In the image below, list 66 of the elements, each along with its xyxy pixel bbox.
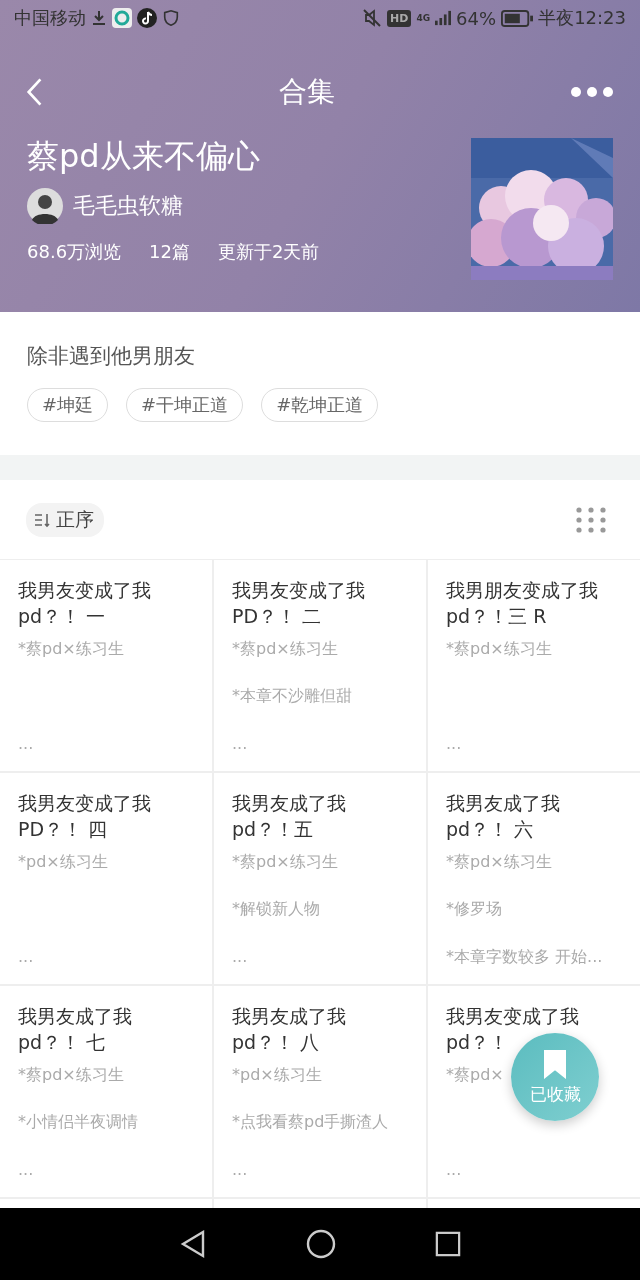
- article-excerpt: ...: [18, 947, 34, 966]
- article-tag: *蔡pd×练习生: [232, 639, 338, 660]
- recents-nav-icon[interactable]: [434, 1231, 461, 1257]
- article-excerpt: ...: [232, 734, 248, 753]
- article-card[interactable]: 我男友成了我pd？！ 七 *蔡pd×练习生 *小情侣半夜调情 ...: [0, 986, 212, 1197]
- article-card[interactable]: 我男朋友变成了我pd？！三 R *蔡pd×练习生 ...: [428, 560, 640, 771]
- hd-badge: HD: [387, 9, 412, 27]
- article-note: *本章不沙雕但甜: [232, 686, 352, 707]
- stat-text: 12篇: [149, 240, 190, 264]
- article-tag: *蔡pd×练习生: [18, 639, 124, 660]
- article-excerpt: ...: [18, 734, 34, 753]
- article-title: 我男友成了我pd？！ 七: [18, 1004, 133, 1055]
- article-excerpt: *本章字数较多 开始...: [446, 947, 603, 968]
- article-title: 我男友变成了我PD？！ 二: [232, 578, 366, 629]
- avatar[interactable]: [27, 188, 63, 224]
- article-title: 我男友变成了我PD？！ 四: [18, 791, 152, 842]
- collection-title: 蔡pd从来不偏心: [27, 136, 261, 177]
- article-card[interactable]: 我男友变成了我pd？！ 一 *蔡pd×练习生 ...: [0, 560, 212, 771]
- article-title: 我男友成了我pd？！ 八: [232, 1004, 347, 1055]
- article-card[interactable]: 我男友成了我pd？！ 八 *pd×练习生 *点我看蔡pd手撕渣人 ...: [214, 986, 426, 1197]
- signal-icon: [435, 10, 452, 26]
- more-icon[interactable]: [570, 86, 614, 98]
- article-card[interactable]: 我男友成了我pd？！ 六 *蔡pd×练习生 *修罗场 *本章字数较多 开始...: [428, 773, 640, 984]
- article-title: 我男友成了我pd？！ 六: [446, 791, 561, 842]
- article-note: *修罗场: [446, 899, 502, 920]
- article-card[interactable]: 我男友变成了我PD？！ 二 *蔡pd×练习生 *本章不沙雕但甜 ...: [214, 560, 426, 771]
- battery-percent: 64%: [456, 7, 497, 29]
- battery-icon: [501, 9, 534, 27]
- article-note: *小情侣半夜调情: [18, 1112, 138, 1133]
- grid-view-icon[interactable]: [576, 506, 606, 533]
- article-tag: *pd×练习生: [232, 1065, 322, 1086]
- description: 除非遇到他男朋友: [27, 343, 196, 370]
- article-tag: *蔡pd×练习生: [446, 852, 552, 873]
- back-icon[interactable]: [26, 77, 44, 107]
- home-nav-icon[interactable]: [306, 1229, 336, 1259]
- article-tag: *pd×练习生: [18, 852, 108, 873]
- page-title: 合集: [279, 74, 335, 110]
- article-tag: *蔡pd×练习生: [446, 639, 552, 660]
- article-title: 我男朋友变成了我pd？！三 R: [446, 578, 599, 629]
- network-type: 4G: [416, 13, 431, 23]
- article-excerpt: ...: [232, 1160, 248, 1179]
- article-excerpt: ...: [446, 1160, 462, 1179]
- sort-button[interactable]: 正序: [26, 502, 104, 537]
- article-note: *点我看蔡pd手撕渣人: [232, 1112, 389, 1133]
- shield-icon: [162, 9, 180, 27]
- bookmark-icon: [543, 1048, 567, 1079]
- article-title: 我男友成了我pd？！五: [232, 791, 347, 842]
- carrier: 中国移动: [14, 6, 86, 30]
- article-excerpt: ...: [232, 947, 248, 966]
- app-icon: [112, 8, 132, 28]
- music-note-icon: [137, 8, 157, 28]
- article-tag: *蔡pd×练习生: [18, 1065, 124, 1086]
- stat-text: 更新于2天前: [218, 240, 320, 264]
- download-icon: [91, 10, 107, 26]
- article-tag: *蔡pd×练习生: [232, 852, 338, 873]
- article-title: 我男友变成了我pd？！ 一: [18, 578, 152, 629]
- article-card[interactable]: 我男友成了我pd？！五 *蔡pd×练习生 *解锁新人物 ...: [214, 773, 426, 984]
- mute-icon: [362, 8, 383, 28]
- article-excerpt: ...: [18, 1160, 34, 1179]
- article-card[interactable]: 我男友变成了我PD？！ 四 *pd×练习生 ...: [0, 773, 212, 984]
- sort-icon: [34, 511, 52, 528]
- article-tag: *蔡pd×: [446, 1065, 504, 1086]
- article-excerpt: ...: [446, 734, 462, 753]
- clock: 半夜12:23: [538, 6, 626, 30]
- stat-text: 68.6万浏览: [27, 240, 122, 264]
- article-note: *解锁新人物: [232, 899, 320, 920]
